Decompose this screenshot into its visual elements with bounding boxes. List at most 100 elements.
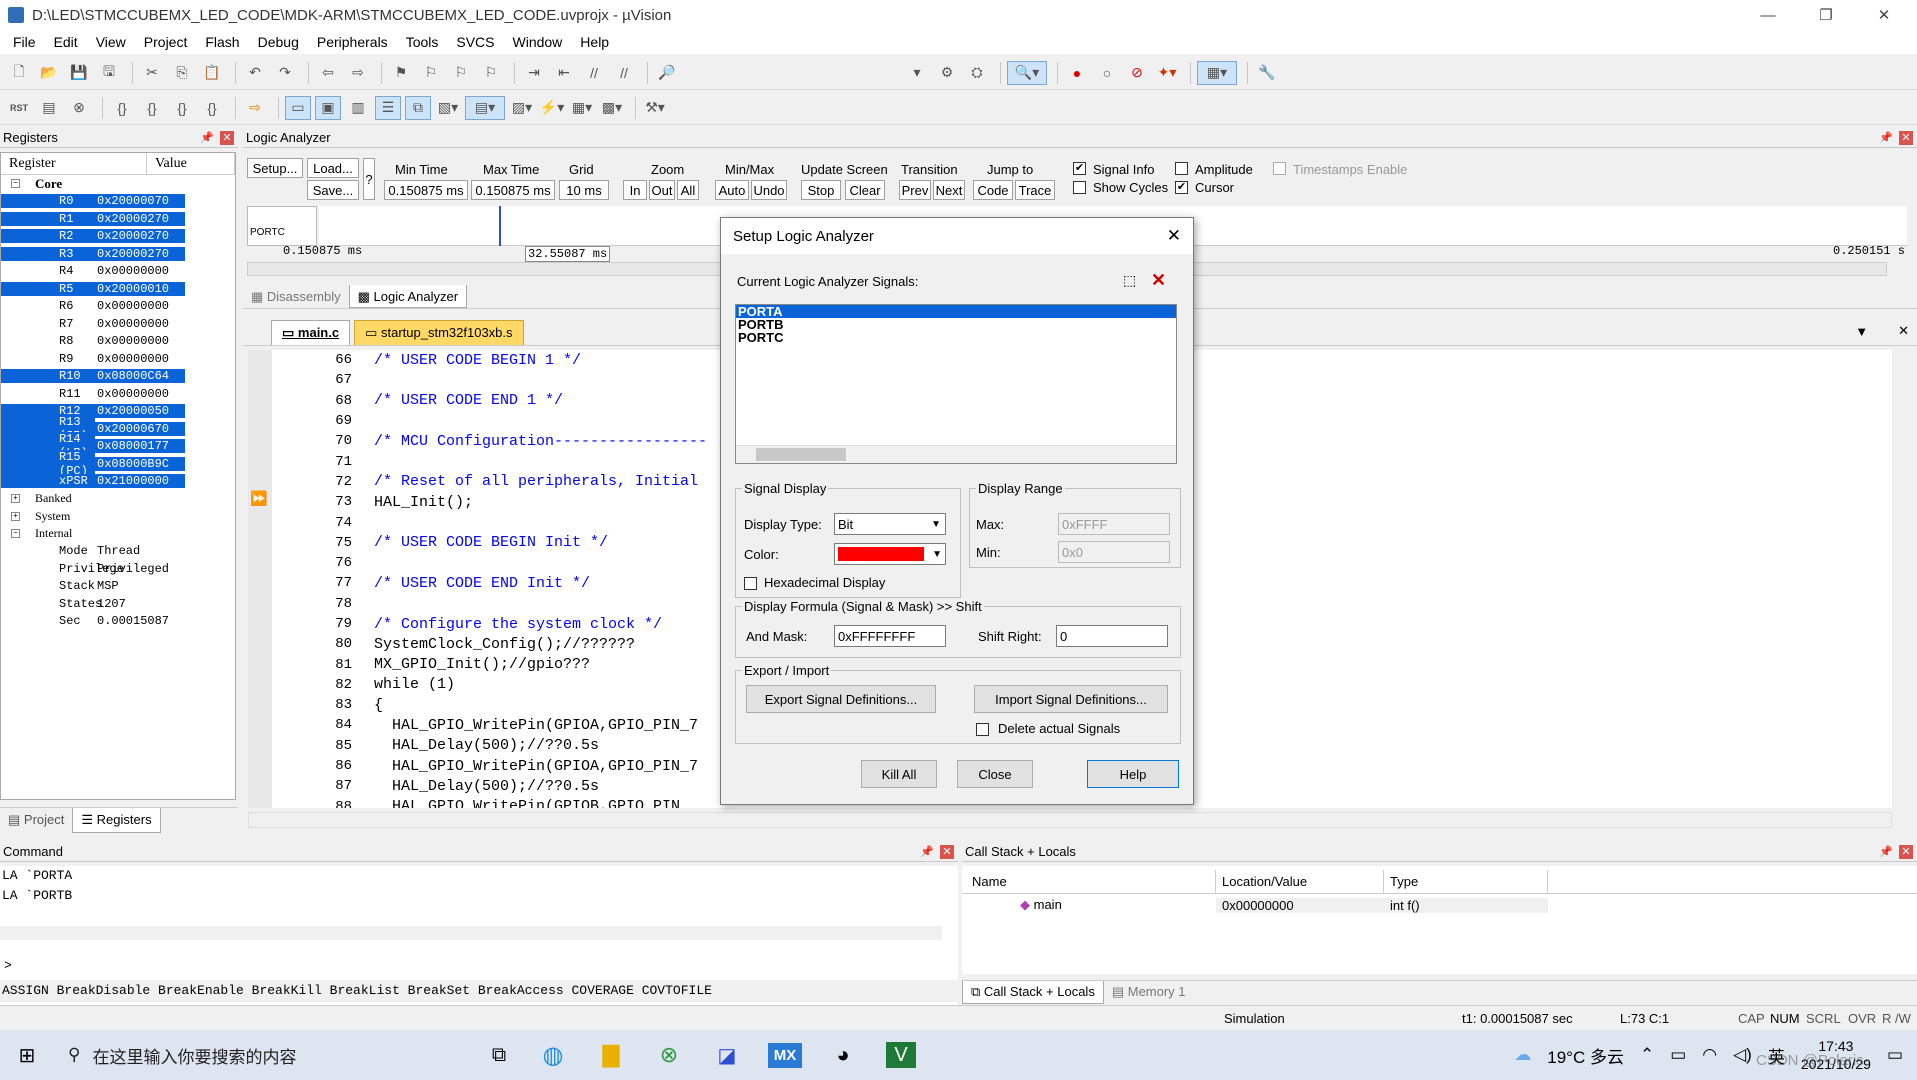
- reset-icon[interactable]: RST: [6, 96, 32, 120]
- register-value[interactable]: 0x21000000: [95, 474, 185, 489]
- menu-flash[interactable]: Flash: [196, 34, 248, 50]
- manage-components-icon[interactable]: ⛭: [964, 61, 990, 85]
- register-value[interactable]: 0x20000270: [95, 229, 185, 244]
- editor-vscroll[interactable]: [1892, 350, 1910, 808]
- tree-system[interactable]: + System: [1, 508, 235, 526]
- toolbox-icon[interactable]: ⚒▾: [642, 96, 668, 120]
- close-panel-icon[interactable]: ✕: [1899, 844, 1913, 859]
- delete-actual-checkbox[interactable]: [976, 723, 989, 736]
- signal-name-list[interactable]: PORTC: [247, 206, 317, 246]
- register-row[interactable]: R15 (PC) 0x08000B9C: [1, 449, 235, 478]
- shift-right-input[interactable]: 0: [1056, 625, 1168, 647]
- step-into-icon[interactable]: {}: [109, 96, 135, 120]
- register-row[interactable]: R0 0x20000070: [1, 193, 235, 211]
- callstack-col-location[interactable]: Location/Value: [1216, 870, 1384, 893]
- pin-icon[interactable]: 📌: [920, 845, 934, 858]
- trace-window-icon[interactable]: ▦▾: [569, 96, 595, 120]
- task-view-icon[interactable]: ⧉: [474, 1044, 524, 1067]
- breakpoint-disable-icon[interactable]: ○: [1094, 61, 1120, 85]
- cut-icon[interactable]: ✂: [139, 61, 165, 85]
- minimize-button[interactable]: —: [1745, 0, 1791, 30]
- show-cycles-checkbox[interactable]: [1073, 181, 1086, 194]
- register-value[interactable]: 0x08000177: [95, 439, 185, 454]
- la-save-button[interactable]: Save...: [307, 180, 359, 200]
- menu-edit[interactable]: Edit: [45, 34, 87, 50]
- target-options-icon[interactable]: ⚙: [934, 61, 960, 85]
- save-all-icon[interactable]: 🖫: [96, 61, 122, 85]
- internal-row[interactable]: Sec 0.00015087: [1, 613, 235, 631]
- register-value[interactable]: 0x00000000: [95, 352, 185, 366]
- battery-icon[interactable]: ▭: [1670, 1045, 1686, 1065]
- symbols-window-icon[interactable]: ▥: [345, 96, 371, 120]
- volume-icon[interactable]: ◁): [1733, 1045, 1752, 1065]
- hex-display-checkbox[interactable]: [744, 577, 757, 590]
- stm32cubemx-icon[interactable]: MX: [767, 1042, 803, 1068]
- keil-uvision-icon[interactable]: V: [886, 1041, 916, 1068]
- tab-memory1[interactable]: ▤ Memory 1: [1104, 981, 1194, 1004]
- comment-icon[interactable]: //: [581, 61, 607, 85]
- menu-window[interactable]: Window: [504, 34, 572, 50]
- edge-icon[interactable]: ◍: [524, 1041, 582, 1070]
- register-value[interactable]: 0x00000000: [95, 387, 185, 401]
- color-picker[interactable]: ▼: [834, 543, 946, 565]
- zoom-all-button[interactable]: All: [677, 180, 699, 200]
- wifi-icon[interactable]: ◠: [1702, 1045, 1717, 1065]
- internal-row[interactable]: Privilege Privileged: [1, 560, 235, 578]
- run-icon[interactable]: ▤: [36, 96, 62, 120]
- disassembly-window-icon[interactable]: ▣: [315, 95, 341, 120]
- register-row[interactable]: R1 0x20000270: [1, 210, 235, 228]
- bookmark-prev-icon[interactable]: ⚐: [418, 61, 444, 85]
- register-value[interactable]: 0x00000000: [95, 299, 185, 313]
- import-signals-button[interactable]: Import Signal Definitions...: [974, 685, 1168, 713]
- zoom-in-button[interactable]: In: [623, 180, 647, 200]
- memory-window-icon[interactable]: ▤▾: [465, 95, 505, 120]
- menu-view[interactable]: View: [87, 34, 135, 50]
- debug-settings-icon[interactable]: ✦▾: [1154, 61, 1180, 85]
- command-hscroll[interactable]: [0, 926, 942, 940]
- pin-icon[interactable]: 📌: [1879, 845, 1893, 858]
- signals-list-scrollbar[interactable]: [736, 445, 1176, 463]
- waveform-cursor[interactable]: [499, 206, 501, 246]
- registers-window-icon[interactable]: ☰: [375, 95, 401, 120]
- close-panel-icon[interactable]: ✕: [940, 844, 954, 859]
- register-value[interactable]: 0x00000000: [95, 264, 185, 278]
- callstack-row[interactable]: ◆ main 0x00000000 int f(): [962, 894, 1917, 916]
- register-row[interactable]: R2 0x20000270: [1, 228, 235, 246]
- close-window-button[interactable]: ✕: [1861, 0, 1907, 30]
- value-column-header[interactable]: Value: [147, 153, 235, 174]
- uncomment-icon[interactable]: //: [611, 61, 637, 85]
- configure-tools-icon[interactable]: 🔧: [1254, 61, 1280, 85]
- menu-svcs[interactable]: SVCS: [447, 34, 503, 50]
- taskbar-search[interactable]: ⚲ 在这里输入你要搜索的内容: [54, 1035, 474, 1075]
- copy-icon[interactable]: ⎘: [169, 61, 195, 85]
- cursor-checkbox[interactable]: ✔: [1175, 181, 1188, 194]
- undo-icon[interactable]: ↶: [242, 61, 268, 85]
- windows-start-icon[interactable]: ⊞: [0, 1043, 54, 1068]
- dialog-help-button[interactable]: Help: [1087, 760, 1179, 788]
- jump-trace-button[interactable]: Trace: [1015, 180, 1055, 200]
- callstack-col-name[interactable]: Name: [962, 870, 1216, 893]
- signal-item[interactable]: PORTC: [736, 331, 1176, 344]
- pin-icon[interactable]: 📌: [200, 131, 214, 144]
- register-value[interactable]: 0x00000000: [95, 317, 185, 331]
- serial-window-icon[interactable]: ▨▾: [509, 96, 535, 120]
- nav-forward-icon[interactable]: ⇨: [345, 61, 371, 85]
- menu-debug[interactable]: Debug: [249, 34, 308, 50]
- register-value[interactable]: 0x20000050: [95, 404, 185, 419]
- kill-breakpoints-icon[interactable]: ⊘: [1124, 61, 1150, 85]
- paste-icon[interactable]: 📋: [199, 61, 225, 85]
- register-row[interactable]: R7 0x00000000: [1, 315, 235, 333]
- kill-all-button[interactable]: Kill All: [861, 760, 937, 788]
- close-panel-icon[interactable]: ✕: [1899, 130, 1913, 145]
- max-input[interactable]: 0xFFFF: [1058, 513, 1170, 535]
- command-input[interactable]: >: [4, 958, 12, 973]
- zoom-out-button[interactable]: Out: [649, 180, 675, 200]
- update-clear-button[interactable]: Clear: [845, 180, 885, 200]
- la-help-button[interactable]: ?: [363, 158, 375, 200]
- signal-info-checkbox[interactable]: ✔: [1073, 162, 1086, 175]
- file-explorer-icon[interactable]: ▇: [582, 1042, 640, 1068]
- close-panel-icon[interactable]: ✕: [220, 130, 234, 145]
- editor-dropdown-icon[interactable]: ▼: [1855, 324, 1868, 345]
- tab-registers[interactable]: ☰ Registers: [72, 808, 161, 833]
- window-layout-icon[interactable]: ▦▾: [1197, 60, 1237, 85]
